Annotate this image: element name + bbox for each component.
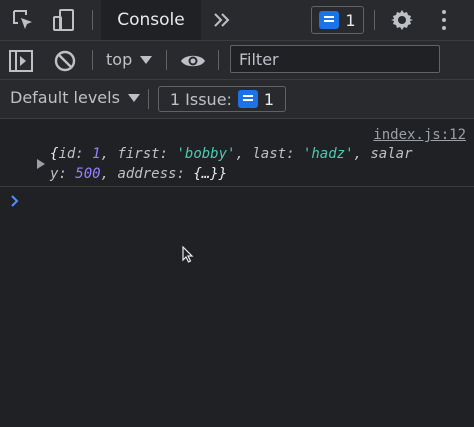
dropdown-arrow-icon [140,50,153,69]
tab-console[interactable]: Console [101,0,201,40]
sidebar-toggle-icon[interactable] [9,50,33,76]
devtools-tab-bar: Console 1 [0,0,474,41]
clear-console-icon[interactable] [54,50,76,76]
object-value: 500 [75,166,101,182]
separator [92,50,93,70]
double-chevron-right-icon[interactable] [212,10,230,34]
object-key: address [117,166,177,182]
gear-icon[interactable] [390,8,414,36]
row-divider [0,186,474,187]
object-value: {…} [193,166,219,182]
expand-triangle-icon[interactable] [37,154,45,173]
issues-button[interactable]: 1 [311,6,364,34]
issue-label: 1 Issue: [169,89,232,109]
mouse-cursor-icon [182,245,194,267]
eye-icon[interactable] [180,52,206,74]
message-icon [237,90,258,108]
object-value: 'hadz' [302,146,354,162]
issue-count: 1 [263,89,275,109]
context-label: top [106,50,133,69]
object-key: salar [370,146,413,162]
separator [218,50,219,70]
issues-count: 1 [345,10,356,30]
console-message-line[interactable]: y: 500, address: {…}} [50,166,227,182]
inspect-element-icon[interactable] [12,9,34,35]
issue-counter-button[interactable]: 1 Issue: 1 [158,86,286,112]
object-value: 1 [92,146,101,162]
separator [374,10,375,30]
object-value: 'bobby' [176,146,236,162]
console-prompt-icon[interactable] [10,192,20,213]
object-key: id [58,146,76,162]
separator [166,50,167,70]
more-vertical-icon[interactable] [440,9,448,35]
context-selector[interactable]: top [106,50,153,69]
separator [92,10,93,30]
console-message-line[interactable]: {id: 1, first: 'bobby', last: 'hadz', sa… [50,146,413,162]
device-toolbar-icon[interactable] [52,8,76,36]
object-key: last [252,146,287,162]
filter-input[interactable] [230,45,440,73]
log-levels-label: Default levels [10,88,120,107]
log-levels-dropdown[interactable]: Default levels [10,88,140,107]
object-key: first [117,146,160,162]
message-icon [319,11,340,29]
dropdown-arrow-icon [127,88,140,107]
brace: } [218,166,228,182]
separator [148,89,149,109]
source-link[interactable]: index.js:12 [373,127,466,143]
